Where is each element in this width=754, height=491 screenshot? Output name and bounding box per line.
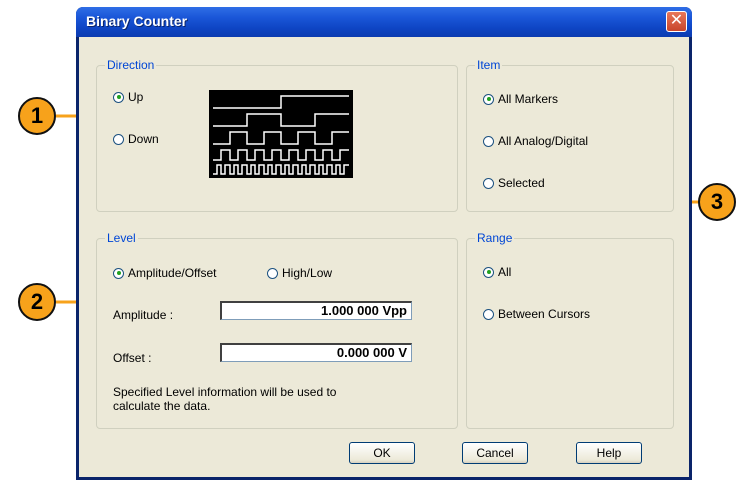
radio-direction-up[interactable]: Up <box>113 90 143 104</box>
item-legend: Item <box>475 58 503 72</box>
item-group: Item All Markers All Analog/Digital Sele… <box>466 58 674 212</box>
level-group: Level Amplitude/Offset High/Low Amplitud… <box>96 231 458 429</box>
radio-item-all-markers[interactable]: All Markers <box>483 92 558 106</box>
radio-indicator <box>483 93 494 105</box>
level-legend: Level <box>105 231 138 245</box>
radio-item-selected[interactable]: Selected <box>483 176 545 190</box>
offset-label: Offset : <box>113 351 152 365</box>
amplitude-label: Amplitude : <box>113 308 174 322</box>
radio-label: High/Low <box>282 266 333 280</box>
radio-label: Between Cursors <box>498 307 591 321</box>
radio-item-all-analog-digital[interactable]: All Analog/Digital <box>483 134 588 148</box>
title-bar[interactable]: Binary Counter ✕ <box>76 7 692 37</box>
radio-range-all[interactable]: All <box>483 265 511 279</box>
radio-indicator <box>483 177 494 189</box>
radio-direction-down[interactable]: Down <box>113 132 159 146</box>
radio-label: Amplitude/Offset <box>128 266 217 280</box>
radio-indicator <box>113 133 124 145</box>
binary-counter-waveform-image <box>209 90 353 178</box>
cancel-button[interactable]: Cancel <box>462 442 528 464</box>
callout-2: 2 <box>18 283 56 321</box>
help-button[interactable]: Help <box>576 442 642 464</box>
dialog-window: Binary Counter ✕ Direction Up Down Item … <box>76 7 692 480</box>
amplitude-field[interactable]: 1.000 000 Vpp <box>220 301 412 320</box>
range-legend: Range <box>475 231 515 245</box>
radio-label: Down <box>128 132 159 146</box>
radio-level-high-low[interactable]: High/Low <box>267 266 332 280</box>
callout-3: 3 <box>698 183 736 221</box>
radio-label: All Markers <box>498 92 559 106</box>
radio-label: All Analog/Digital <box>498 134 589 148</box>
dialog-client-area: Direction Up Down Item All Markers All A… <box>79 37 689 477</box>
radio-indicator <box>113 91 124 103</box>
offset-field[interactable]: 0.000 000 V <box>220 343 412 362</box>
direction-group: Direction Up Down <box>96 58 458 212</box>
radio-label: Selected <box>498 176 545 190</box>
radio-indicator <box>267 267 278 279</box>
radio-indicator <box>113 267 124 279</box>
radio-range-between-cursors[interactable]: Between Cursors <box>483 307 590 321</box>
level-note: Specified Level information will be used… <box>113 385 337 413</box>
radio-label: Up <box>128 90 144 104</box>
radio-indicator <box>483 266 494 278</box>
radio-indicator <box>483 308 494 320</box>
radio-level-amplitude-offset[interactable]: Amplitude/Offset <box>113 266 217 280</box>
ok-button[interactable]: OK <box>349 442 415 464</box>
window-title: Binary Counter <box>86 13 188 29</box>
callout-1: 1 <box>18 97 56 135</box>
radio-label: All <box>498 265 512 279</box>
radio-indicator <box>483 135 494 147</box>
range-group: Range All Between Cursors <box>466 231 674 429</box>
close-icon[interactable]: ✕ <box>666 11 687 32</box>
direction-legend: Direction <box>105 58 157 72</box>
